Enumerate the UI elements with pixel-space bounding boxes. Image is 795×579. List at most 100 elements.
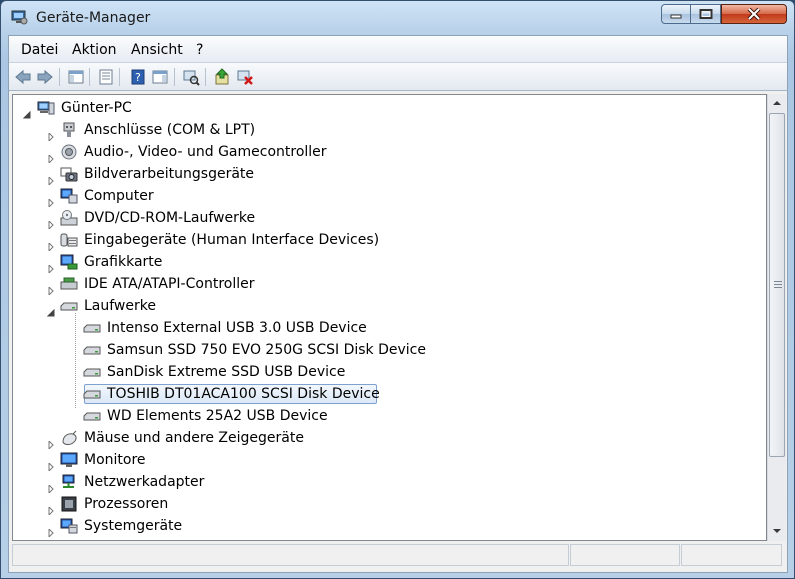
menu-bar: Datei Aktion Ansicht ? — [9, 36, 787, 63]
forward-icon[interactable] — [36, 68, 54, 86]
tree-item-label: Intenso External USB 3.0 USB Device — [107, 320, 367, 336]
tree-item-label: TOSHIB DT01ACA100 SCSI Disk Device — [107, 386, 380, 402]
minimize-icon — [670, 14, 682, 19]
display-adapter-icon — [60, 254, 78, 270]
maximize-button[interactable] — [690, 4, 721, 24]
tree-item-label: Grafikkarte — [84, 254, 163, 270]
ide-controller-icon — [60, 276, 78, 292]
vertical-scrollbar[interactable] — [767, 94, 786, 541]
menu-ansicht[interactable]: Ansicht — [131, 42, 183, 58]
collapsed-arrow-icon[interactable] — [47, 456, 55, 473]
properties-icon[interactable] — [97, 68, 115, 86]
disk-drive-icon — [83, 320, 101, 336]
toolbar-separator — [119, 68, 120, 86]
tree-item-drive[interactable]: SanDisk Extreme SSD USB Device — [13, 361, 763, 383]
toolbar-separator — [174, 68, 175, 86]
back-icon[interactable] — [14, 68, 32, 86]
processor-icon — [60, 496, 78, 512]
action-pane-icon[interactable] — [151, 68, 169, 86]
title-bar[interactable]: Geräte-Manager — [1, 1, 794, 35]
camera-icon — [60, 166, 78, 182]
collapsed-arrow-icon[interactable] — [47, 170, 55, 187]
tree-category[interactable]: Eingabegeräte (Human Interface Devices) — [13, 229, 763, 253]
tree-item-drive[interactable]: Intenso External USB 3.0 USB Device — [13, 317, 763, 339]
tree-category[interactable]: Prozessoren — [13, 493, 763, 517]
tree-item-label: Audio-, Video- und Gamecontroller — [84, 144, 327, 160]
tree-item-label: Günter-PC — [61, 100, 132, 116]
toolbar: ? — [9, 63, 787, 91]
tree-category[interactable]: Bildverarbeitungsgeräte — [13, 163, 763, 187]
menu-help[interactable]: ? — [196, 42, 203, 58]
collapsed-arrow-icon[interactable] — [47, 478, 55, 495]
disk-drive-icon — [83, 386, 101, 402]
svg-text:?: ? — [135, 71, 141, 84]
collapsed-arrow-icon[interactable] — [47, 214, 55, 231]
tree-category[interactable]: Systemgeräte — [13, 515, 763, 539]
tree-category[interactable]: DVD/CD-ROM-Laufwerke — [13, 207, 763, 231]
tree-category[interactable]: Monitore — [13, 449, 763, 473]
tree-connector-line — [75, 313, 76, 408]
collapsed-arrow-icon[interactable] — [47, 148, 55, 165]
tree-item-drive[interactable]: WD Elements 25A2 USB Device — [13, 405, 763, 427]
window-title: Geräte-Manager — [36, 10, 151, 26]
hid-icon — [60, 232, 78, 248]
uninstall-icon[interactable] — [236, 68, 254, 86]
tree-item-drive[interactable]: TOSHIB DT01ACA100 SCSI Disk Device — [13, 383, 763, 405]
tree-item-label: Eingabegeräte (Human Interface Devices) — [84, 232, 380, 248]
tree-category[interactable]: IDE ATA/ATAPI-Controller — [13, 273, 763, 297]
expanded-arrow-icon[interactable] — [46, 302, 55, 317]
device-tree[interactable]: Günter-PC Anschlüsse (COM & LPT) Audio-, V… — [12, 94, 767, 541]
tree-category[interactable]: Mäuse und andere Zeigegeräte — [13, 427, 763, 451]
thumb-grip — [774, 287, 782, 288]
collapsed-arrow-icon[interactable] — [47, 236, 55, 253]
disk-drive-icon — [83, 364, 101, 380]
toolbar-separator — [59, 68, 60, 86]
tree-root-computer[interactable]: Günter-PC — [13, 97, 763, 119]
scroll-up-button[interactable] — [768, 95, 786, 112]
monitor-icon — [60, 452, 78, 468]
mouse-icon — [60, 430, 78, 446]
scrollbar-thumb[interactable] — [769, 113, 785, 457]
maximize-icon — [699, 9, 712, 19]
thumb-grip — [774, 284, 782, 285]
tree-category[interactable]: Computer — [13, 185, 763, 209]
menu-datei[interactable]: Datei — [21, 42, 58, 58]
tree-category[interactable]: Anschlüsse (COM & LPT) — [13, 119, 763, 143]
collapsed-arrow-icon[interactable] — [47, 500, 55, 517]
tree-category[interactable]: Audio-, Video- und Gamecontroller — [13, 141, 763, 165]
collapsed-arrow-icon[interactable] — [47, 126, 55, 143]
tree-item-label: Prozessoren — [84, 496, 169, 512]
collapsed-arrow-icon[interactable] — [47, 258, 55, 275]
close-icon — [747, 8, 761, 20]
toolbar-separator — [89, 68, 90, 86]
tree-category[interactable]: Grafikkarte — [13, 251, 763, 275]
tree-item-label: WD Elements 25A2 USB Device — [107, 408, 328, 424]
update-driver-icon[interactable] — [213, 68, 231, 86]
status-panel — [570, 544, 680, 566]
collapsed-arrow-icon[interactable] — [47, 280, 55, 297]
scan-hardware-icon[interactable] — [182, 68, 200, 86]
toolbar-separator — [205, 68, 206, 86]
collapsed-arrow-icon[interactable] — [47, 522, 55, 539]
menu-aktion[interactable]: Aktion — [72, 42, 117, 58]
tree-item-label: Anschlüsse (COM & LPT) — [84, 122, 256, 138]
help-icon[interactable]: ? — [129, 68, 147, 86]
collapsed-arrow-icon[interactable] — [47, 192, 55, 209]
device-manager-window: Geräte-Manager Datei Aktion Ansicht ? ? — [0, 0, 795, 579]
client-area: Datei Aktion Ansicht ? ? Günter-PC Anschl… — [8, 35, 788, 573]
tree-item-drive[interactable]: Samsun SSD 750 EVO 250G SCSI Disk Device — [13, 339, 763, 361]
disk-drive-icon — [83, 342, 101, 358]
scroll-down-button[interactable] — [768, 522, 786, 539]
tree-category[interactable]: Netzwerkadapter — [13, 471, 763, 495]
chevron-down-icon — [773, 529, 781, 533]
expanded-arrow-icon[interactable] — [22, 104, 31, 119]
disk-drive-icon — [83, 408, 101, 424]
dvd-drive-icon — [60, 210, 78, 226]
collapsed-arrow-icon[interactable] — [47, 434, 55, 451]
minimize-button[interactable] — [661, 4, 691, 24]
tree-item-label: DVD/CD-ROM-Laufwerke — [84, 210, 256, 226]
tree-category[interactable]: Laufwerke — [13, 295, 763, 317]
show-hide-console-tree-icon[interactable] — [67, 68, 85, 86]
tree-item-label: Systemgeräte — [84, 518, 183, 534]
close-button[interactable] — [721, 4, 787, 24]
